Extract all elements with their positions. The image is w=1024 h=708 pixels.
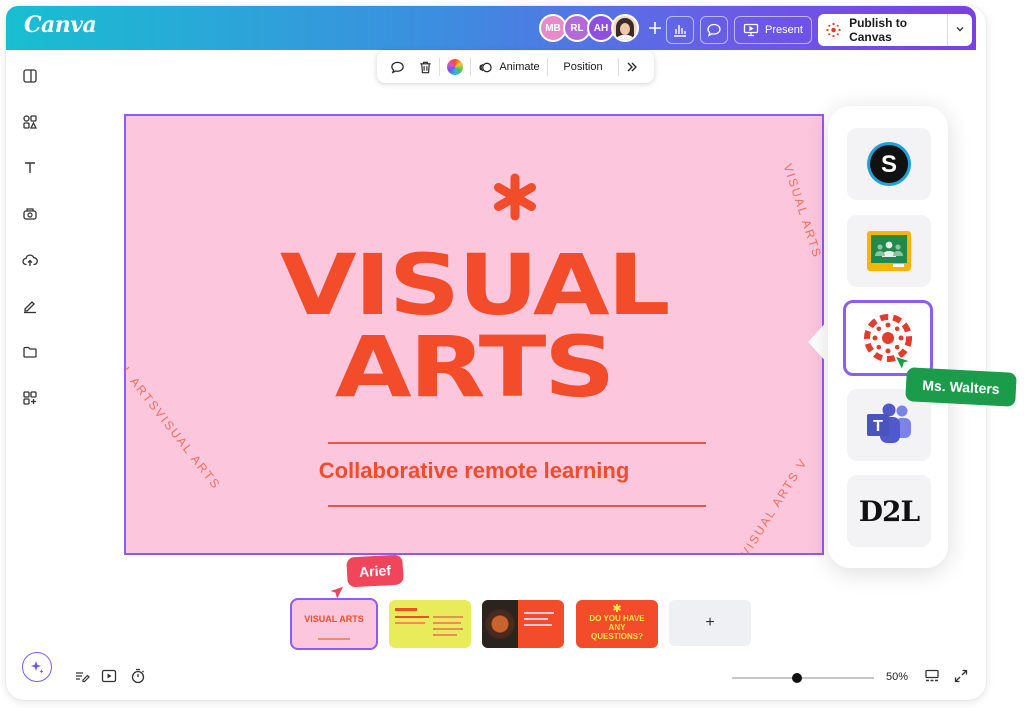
divider-bottom [328, 505, 706, 507]
animate-icon [479, 62, 493, 72]
trash-icon [419, 61, 431, 73]
microsoft-teams-icon: T [867, 403, 911, 443]
folder-icon[interactable] [18, 340, 42, 364]
play-button[interactable] [101, 668, 117, 689]
position-label: Position [563, 61, 603, 73]
delete-button[interactable] [411, 51, 439, 83]
animate-label: Animate [499, 61, 540, 73]
page-thumb-1[interactable]: VISUAL ARTS [290, 598, 378, 650]
publish-button[interactable]: Publish to Canvas [818, 14, 972, 46]
walters-cursor-label: Ms. Walters [905, 367, 1017, 407]
layout-icon[interactable] [18, 64, 42, 88]
integrations-panel: S T D2L [828, 106, 948, 568]
comments-button[interactable] [700, 16, 728, 44]
google-classroom-tile[interactable] [847, 215, 931, 287]
page-thumb-3[interactable] [482, 600, 564, 648]
uploads-icon[interactable] [18, 248, 42, 272]
canvas-lms-tile[interactable] [843, 300, 933, 376]
insights-button[interactable] [666, 16, 694, 44]
expand-icon [954, 669, 968, 683]
comment-element-button[interactable] [383, 51, 411, 83]
slide-canvas[interactable]: VISUAL ARTS Collaborative remote learnin… [124, 114, 824, 555]
d2l-logo: D2L [858, 494, 920, 528]
comment-icon [707, 23, 721, 37]
add-collaborator-button[interactable] [641, 14, 669, 42]
color-button[interactable] [440, 51, 470, 83]
magic-assistant-button[interactable] [22, 652, 52, 682]
svg-text:T: T [873, 418, 883, 435]
schoology-tile[interactable]: S [847, 128, 931, 200]
present-button[interactable]: Present [734, 16, 812, 44]
plus-icon [649, 22, 661, 34]
timer-icon [131, 668, 145, 684]
slide-title-line-1[interactable]: VISUAL [126, 240, 822, 330]
apps-icon[interactable] [18, 386, 42, 410]
schoology-icon: S [867, 142, 911, 186]
text-icon[interactable] [18, 156, 42, 180]
zoom-level[interactable]: 50% [886, 671, 908, 683]
arief-cursor-label: Arief [346, 554, 404, 588]
position-button[interactable]: Position [548, 51, 618, 83]
page-thumb-4-title: DO YOU HAVE ANY QUESTIONS? [589, 614, 645, 641]
canvas-lms-icon [826, 22, 841, 38]
timer-button[interactable] [130, 668, 146, 689]
play-icon [101, 669, 117, 683]
sparkle-icon [31, 661, 44, 674]
canva-logo[interactable]: Canva [24, 12, 97, 38]
animate-button[interactable]: Animate [471, 51, 547, 83]
comment-icon [390, 61, 404, 74]
notes-button[interactable] [74, 668, 90, 689]
slide-title-line-2[interactable]: ARTS [126, 322, 822, 412]
bar-chart-icon [674, 25, 686, 37]
add-page-button[interactable]: + [669, 600, 751, 646]
d2l-tile[interactable]: D2L [847, 475, 931, 547]
zoom-slider-track[interactable] [732, 677, 874, 679]
double-chevron-right-icon [627, 62, 637, 72]
elements-icon[interactable] [18, 110, 42, 134]
avatar-photo[interactable] [611, 14, 639, 42]
top-bar: Canva MB RL AH Present Publish to Canvas [6, 6, 976, 50]
panel-pointer [808, 318, 830, 366]
color-wheel-icon [447, 59, 463, 75]
grid-view-button[interactable] [924, 668, 940, 689]
slide-subtitle[interactable]: Collaborative remote learning [126, 458, 822, 484]
page-thumb-2[interactable] [389, 600, 471, 648]
draw-icon[interactable] [18, 294, 42, 318]
svg-text:S: S [881, 151, 897, 178]
brand-icon[interactable] [18, 202, 42, 226]
page-thumb-1-title: VISUAL ARTS [304, 614, 364, 624]
notes-icon [76, 672, 90, 683]
divider-top [328, 442, 706, 444]
publish-dropdown[interactable] [948, 23, 972, 37]
publish-label: Publish to Canvas [849, 16, 908, 44]
asterisk-icon[interactable] [490, 172, 540, 222]
page-thumb-4[interactable]: DO YOU HAVE ANY QUESTIONS? [576, 600, 658, 648]
fullscreen-button[interactable] [953, 668, 969, 689]
element-toolbar: Animate Position [377, 51, 654, 83]
grid-view-icon [925, 669, 939, 682]
present-icon [743, 23, 759, 37]
chevron-down-icon [956, 27, 964, 32]
google-classroom-icon [867, 231, 911, 271]
more-options-button[interactable] [619, 51, 645, 83]
present-label: Present [765, 24, 803, 36]
collaborator-avatars: MB RL AH [539, 14, 669, 42]
